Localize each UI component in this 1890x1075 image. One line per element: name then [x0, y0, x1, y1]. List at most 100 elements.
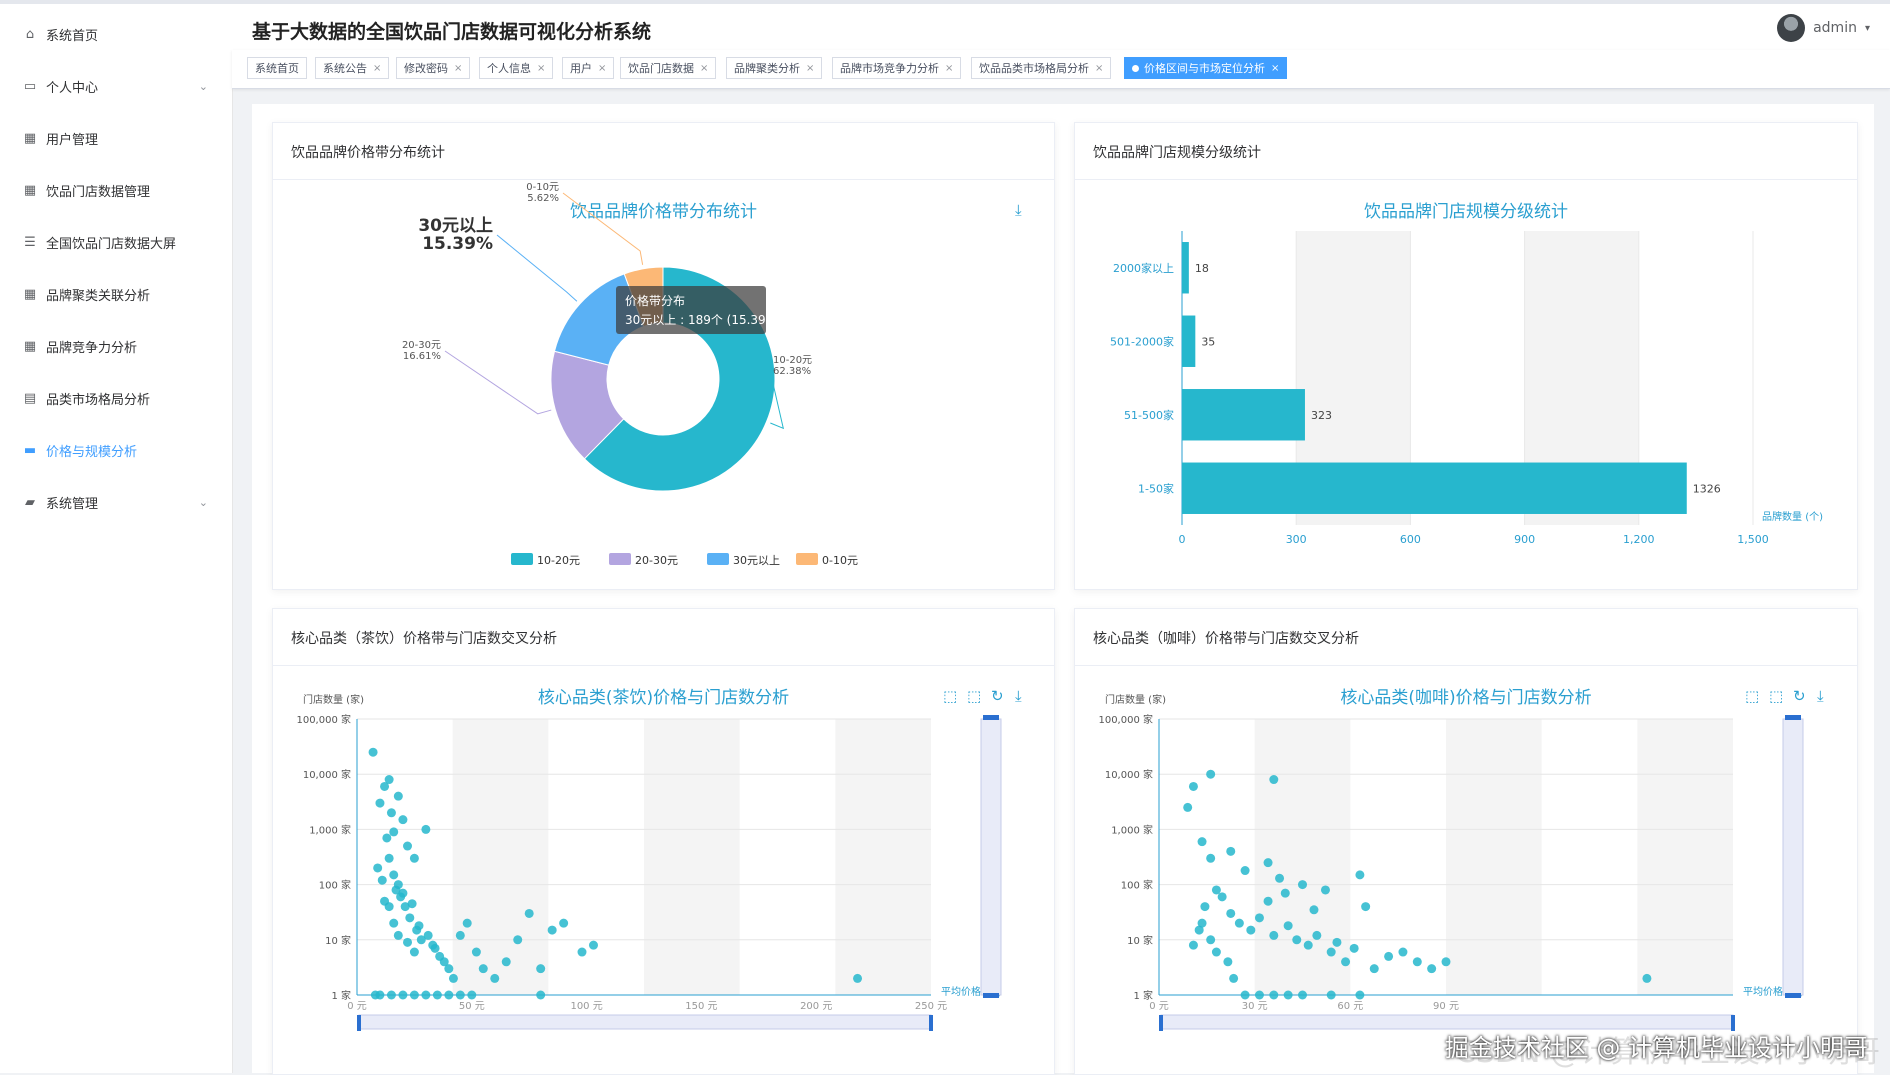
- x-zoom-handle: [1159, 1015, 1163, 1031]
- close-icon[interactable]: ×: [700, 63, 708, 74]
- tab-change-password[interactable]: 修改密码 ×: [396, 57, 471, 79]
- sidebar-item-brand-competitiveness[interactable]: ▦ 品牌竞争力分析: [0, 326, 232, 366]
- sidebar-item-store-data[interactable]: ▦ 饮品门店数据管理: [0, 170, 232, 210]
- scatter-point: [421, 824, 431, 834]
- tab-label: 系统首页: [255, 62, 299, 75]
- tab-profile[interactable]: 个人信息 ×: [479, 57, 554, 79]
- x-tick-label: 90 元: [1433, 1001, 1459, 1012]
- tab-label: 修改密码: [404, 62, 448, 75]
- tab-brand-cluster[interactable]: 品牌聚类分析 ×: [726, 57, 823, 79]
- bar: [1182, 462, 1687, 514]
- y-zoom-slider: [1782, 718, 1804, 996]
- grid-band: [1254, 719, 1351, 995]
- bar-value-label: 18: [1195, 262, 1209, 275]
- scatter-point: [1292, 935, 1302, 945]
- y-tick-label: 10,000 家: [1105, 768, 1153, 781]
- tab-label: 系统公告: [323, 62, 367, 75]
- tab-store-data[interactable]: 饮品门店数据 ×: [620, 57, 717, 79]
- tooltip-value: 30元以上 : 189个 (15.39%): [625, 313, 782, 327]
- sidebar-item-label: 用户管理: [46, 132, 99, 148]
- scatter-point: [501, 957, 511, 967]
- scatter-point: [490, 973, 500, 983]
- legend-label: 10-20元: [537, 554, 580, 567]
- scatter-point: [471, 947, 481, 957]
- scatter-point: [1226, 908, 1236, 918]
- sidebar-item-system-management[interactable]: ▰ 系统管理 ⌄: [0, 482, 232, 522]
- sidebar-item-home[interactable]: ⌂ 系统首页: [0, 14, 232, 54]
- tab-category-market[interactable]: 饮品品类市场格局分析 ×: [971, 57, 1112, 79]
- pie-label-line: [562, 192, 644, 265]
- bar: [1182, 389, 1305, 441]
- x-tick-label: 600: [1400, 533, 1421, 546]
- close-icon[interactable]: ×: [454, 63, 462, 74]
- id-card-icon: ▭: [23, 78, 37, 94]
- close-icon[interactable]: ×: [945, 63, 953, 74]
- legend-swatch: [796, 553, 818, 565]
- sidebar-item-big-screen[interactable]: ☰ 全国饮品门店数据大屏: [0, 222, 232, 262]
- username: admin: [1813, 20, 1857, 36]
- pie-label-name: 30元以上: [418, 216, 493, 236]
- close-icon[interactable]: ×: [1271, 63, 1279, 74]
- close-icon[interactable]: ×: [598, 63, 606, 74]
- tabs-bar: 系统首页 系统公告 × 修改密码 × 个人信息 × 用户 × 饮品门店数据 × 品牌聚类分…: [232, 50, 1890, 89]
- tab-user[interactable]: 用户 ×: [562, 57, 615, 79]
- scatter-point: [1254, 913, 1264, 923]
- scatter-point: [373, 863, 383, 873]
- bar-value-label: 35: [1201, 335, 1215, 348]
- sidebar-item-personal-center[interactable]: ▭ 个人中心 ⌄: [0, 66, 232, 106]
- y-tick-label: 51-500家: [1124, 408, 1174, 422]
- chevron-down-icon: ⌄: [198, 495, 208, 509]
- grid-icon: ▦: [23, 338, 37, 354]
- x-tick-label: 1,500: [1737, 533, 1769, 546]
- scatter-point: [1229, 973, 1239, 983]
- bar-chart: 0 300 600 900 1,200 1,500 品牌数量 (个) 1-50家 1326 51-…: [1110, 231, 1823, 546]
- user-menu[interactable]: admin ▾: [1777, 14, 1870, 42]
- sidebar-item-user-management[interactable]: ▦ 用户管理: [0, 118, 232, 158]
- tab-label: 品牌市场竞争力分析: [840, 62, 939, 75]
- tab-price-positioning[interactable]: 价格区间与市场定位分析 ×: [1124, 57, 1288, 79]
- scatter-point: [389, 918, 399, 928]
- y-axis-label: 门店数量 (家): [303, 693, 364, 706]
- avatar[interactable]: [1777, 14, 1806, 42]
- y-tick-label: 501-2000家: [1110, 334, 1174, 348]
- x-tick-label: 0 元: [1149, 1001, 1169, 1012]
- scatter-point: [1211, 947, 1221, 957]
- scatter-point: [409, 947, 419, 957]
- y-zoom-handle: [1785, 715, 1801, 720]
- scatter-point: [1283, 990, 1293, 1000]
- scatter-point: [1341, 957, 1351, 967]
- scatter-point: [1217, 892, 1227, 902]
- sidebar-item-category-market[interactable]: ▤ 品类市场格局分析: [0, 378, 232, 418]
- y-tick-label: 100,000 家: [296, 713, 351, 726]
- close-icon[interactable]: ×: [806, 63, 814, 74]
- tab-notice[interactable]: 系统公告 ×: [315, 57, 390, 79]
- scatter-point: [393, 880, 403, 890]
- scatter-point: [439, 957, 449, 967]
- tab-brand-competition[interactable]: 品牌市场竞争力分析 ×: [832, 57, 962, 79]
- pie-label-percent: 16.61%: [403, 351, 441, 362]
- close-icon[interactable]: ×: [373, 63, 381, 74]
- tab-label: 用户: [570, 62, 592, 75]
- sidebar-item-brand-cluster[interactable]: ▦ 品牌聚类关联分析: [0, 274, 232, 314]
- scatter-point: [1412, 957, 1422, 967]
- caret-down-icon: ▾: [1864, 22, 1870, 34]
- scatter-point: [1298, 990, 1307, 1000]
- scatter-point: [384, 853, 394, 863]
- tab-home[interactable]: 系统首页: [247, 57, 307, 79]
- x-tick-label: 250 元: [915, 1001, 947, 1012]
- home-icon: ⌂: [25, 26, 35, 42]
- scatter-point: [1188, 940, 1198, 950]
- coffee-scatter-chart: 1 家10 家100 家1,000 家10,000 家100,000 家0 元3…: [1098, 693, 1804, 1031]
- y-tick-label: 1,000 家: [309, 823, 351, 836]
- sidebar-item-price-scale[interactable]: ▬ 价格与规模分析: [0, 430, 232, 470]
- tab-label: 个人信息: [487, 62, 531, 75]
- scatter-point: [398, 815, 408, 825]
- y-tick-label: 1,000 家: [1111, 823, 1153, 836]
- scatter-point: [403, 937, 413, 947]
- close-icon[interactable]: ×: [1095, 63, 1103, 74]
- x-zoom-slider: [358, 1014, 932, 1030]
- close-icon[interactable]: ×: [537, 63, 545, 74]
- scatter-point: [407, 899, 417, 909]
- scatter-point: [389, 827, 399, 837]
- scatter-point: [1355, 870, 1365, 880]
